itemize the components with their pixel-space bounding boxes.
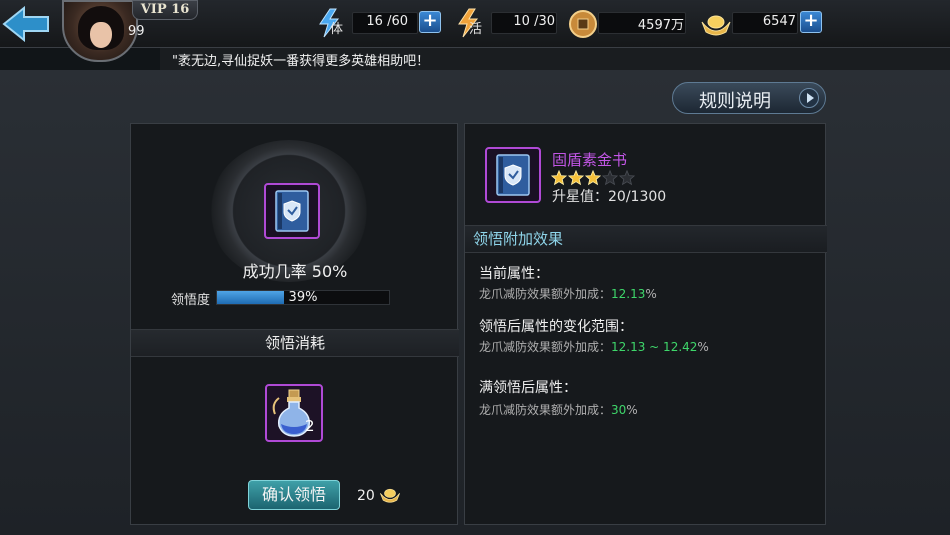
rules-button-label: 规则说明 [699, 91, 771, 112]
gold-resource: 6547 + [700, 10, 824, 36]
gold-cost: 20 [357, 485, 401, 504]
back-button[interactable] [2, 5, 50, 43]
comprehension-panel: 成功几率 50% 领悟度 39% 领悟消耗 2 确认领悟 20 [130, 123, 459, 525]
avatar-face [90, 22, 112, 48]
comprehension-percent: 39% [288, 290, 318, 305]
potion-count: 2 [305, 417, 315, 435]
cost-header: 领悟消耗 [131, 329, 459, 357]
current-attr-title: 当前属性： [479, 266, 549, 282]
skill-book-icon [485, 147, 541, 203]
comprehension-label: 领悟度 [171, 293, 211, 308]
play-arrow-icon [799, 88, 819, 108]
current-attr-label: 龙爪减防效果额外加成： [479, 287, 612, 301]
after-attr-suffix: % [697, 340, 709, 354]
gold-ingot-icon [701, 15, 731, 36]
rules-button[interactable]: 规则说明 [672, 82, 826, 114]
star-empty-icon [602, 170, 618, 186]
vigor-resource: 活 10 /30 [455, 8, 559, 38]
star-filled-icon [568, 170, 584, 186]
gold-ingot-icon [380, 488, 401, 503]
player-avatar[interactable] [62, 0, 138, 62]
star-empty-icon [619, 170, 635, 186]
after-attr-title: 领悟后属性的变化范围： [479, 319, 633, 335]
after-attr-value: 12.13 ~ 12.42 [611, 340, 698, 354]
star-filled-icon [551, 170, 567, 186]
back-arrow-icon [2, 5, 49, 43]
full-attr-title: 满领悟后属性： [479, 380, 577, 396]
gold-cost-value: 20 [357, 488, 375, 504]
add-gold-button[interactable]: + [800, 11, 822, 33]
add-stamina-button[interactable]: + [419, 11, 441, 33]
current-attr-line: 龙爪减防效果额外加成：12.13% [479, 285, 657, 302]
copper-value: 4597万 [637, 18, 684, 33]
stamina-resource: 体 16 /60 + [316, 8, 442, 38]
item-slot[interactable] [485, 147, 541, 203]
effect-header: 领悟附加效果 [465, 225, 827, 253]
full-attr-label: 龙爪减防效果额外加成： [479, 403, 612, 417]
comprehension-bar: 39% [216, 290, 390, 305]
confirm-comprehend-button[interactable]: 确认领悟 [248, 480, 340, 510]
coin-icon [569, 10, 597, 38]
gold-value: 6547 [762, 14, 796, 29]
current-attr-value: 12.13 [611, 287, 646, 301]
vip-badge[interactable]: VIP 16 [132, 0, 198, 20]
skill-book-slot[interactable] [264, 183, 320, 239]
full-attr-suffix: % [626, 403, 638, 417]
item-name: 固盾素金书 [552, 151, 628, 169]
upgrade-value: 升星值：20/1300 [552, 189, 667, 205]
copper-resource: 4597万 [568, 10, 688, 38]
after-attr-line: 龙爪减防效果额外加成：12.13 ~ 12.42% [479, 338, 709, 355]
vigor-value: 10 /30 [513, 14, 555, 29]
star-filled-icon [585, 170, 601, 186]
full-attr-line: 龙爪减防效果额外加成：30% [479, 401, 638, 418]
full-attr-value: 30 [611, 403, 627, 417]
after-attr-label: 龙爪减防效果额外加成： [479, 340, 612, 354]
current-attr-suffix: % [645, 287, 657, 301]
player-level: 99 [128, 24, 145, 39]
vigor-label: 活 [469, 22, 483, 37]
effect-panel: 固盾素金书 升星值：20/1300 领悟附加效果 当前属性： 龙爪减防效果额外加… [464, 123, 827, 525]
success-rate: 成功几率 50% [242, 262, 348, 281]
marquee-text: "袤无边,寻仙捉妖一番获得更多英雄相助吧！ [172, 54, 430, 69]
stamina-label: 体 [330, 22, 344, 37]
stamina-value: 16 /60 [366, 14, 408, 29]
skill-book-icon [264, 183, 320, 239]
